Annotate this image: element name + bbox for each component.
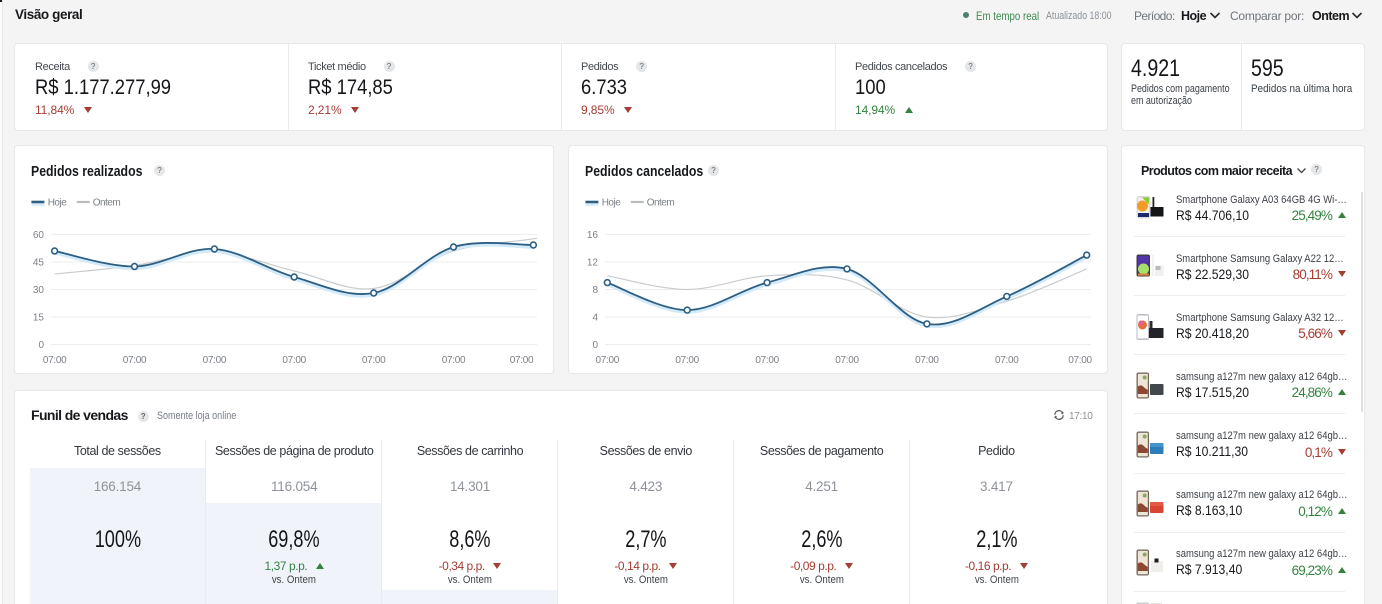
svg-text:07:00: 07:00: [835, 355, 859, 366]
svg-text:07:00: 07:00: [510, 355, 534, 366]
svg-text:12: 12: [586, 258, 598, 269]
svg-text:4: 4: [592, 313, 598, 324]
svg-text:07:00: 07:00: [595, 355, 619, 366]
svg-text:15: 15: [33, 313, 45, 324]
svg-text:07:00: 07:00: [995, 355, 1019, 366]
svg-text:07:00: 07:00: [43, 355, 67, 366]
svg-text:Hoje: Hoje: [601, 198, 621, 209]
svg-text:0: 0: [38, 340, 44, 351]
svg-text:07:00: 07:00: [203, 355, 227, 366]
svg-text:07:00: 07:00: [675, 355, 699, 366]
svg-text:07:00: 07:00: [123, 355, 147, 366]
svg-text:07:00: 07:00: [362, 355, 386, 366]
svg-text:16: 16: [586, 230, 598, 241]
svg-text:8: 8: [592, 285, 598, 296]
svg-text:07:00: 07:00: [282, 355, 306, 366]
svg-text:Ontem: Ontem: [646, 198, 674, 209]
svg-text:07:00: 07:00: [915, 355, 939, 366]
svg-text:30: 30: [33, 285, 45, 296]
svg-text:Hoje: Hoje: [48, 198, 68, 209]
svg-text:07:00: 07:00: [755, 355, 779, 366]
svg-text:Ontem: Ontem: [93, 198, 121, 209]
svg-text:07:00: 07:00: [442, 355, 466, 366]
svg-text:07:00: 07:00: [1068, 355, 1092, 366]
svg-text:45: 45: [33, 258, 45, 269]
svg-text:0: 0: [592, 340, 598, 351]
svg-text:60: 60: [33, 230, 45, 241]
